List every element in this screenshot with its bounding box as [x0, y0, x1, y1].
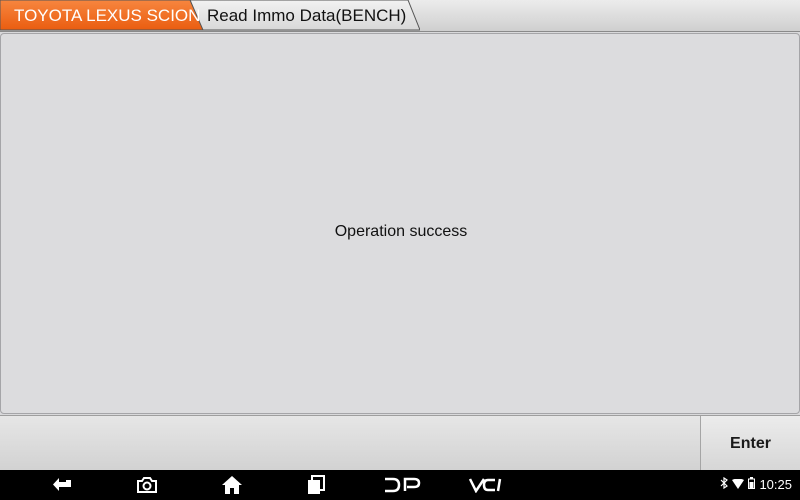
- battery-icon: [748, 476, 756, 494]
- breadcrumb-item-toyota[interactable]: TOYOTA LEXUS SCION: [14, 6, 200, 26]
- navigation-bar: 10:25: [0, 470, 800, 500]
- back-icon[interactable]: [50, 475, 76, 495]
- recent-apps-icon[interactable]: [305, 475, 327, 495]
- content-panel: Operation success: [0, 33, 800, 414]
- action-bar: Enter: [0, 415, 800, 471]
- vci-icon[interactable]: [466, 475, 508, 495]
- breadcrumb: TOYOTA LEXUS SCION Read Immo Data(BENCH): [0, 0, 800, 32]
- status-bar: 10:25: [720, 476, 792, 494]
- breadcrumb-item-read-immo-data[interactable]: Read Immo Data(BENCH): [207, 6, 406, 26]
- home-icon[interactable]: [220, 475, 244, 495]
- camera-icon[interactable]: [135, 475, 159, 495]
- clock: 10:25: [759, 477, 792, 492]
- enter-button[interactable]: Enter: [700, 416, 800, 471]
- bluetooth-icon: [720, 476, 729, 494]
- status-message: Operation success: [334, 223, 468, 240]
- dp-icon[interactable]: [382, 475, 422, 495]
- wifi-icon: [732, 476, 745, 494]
